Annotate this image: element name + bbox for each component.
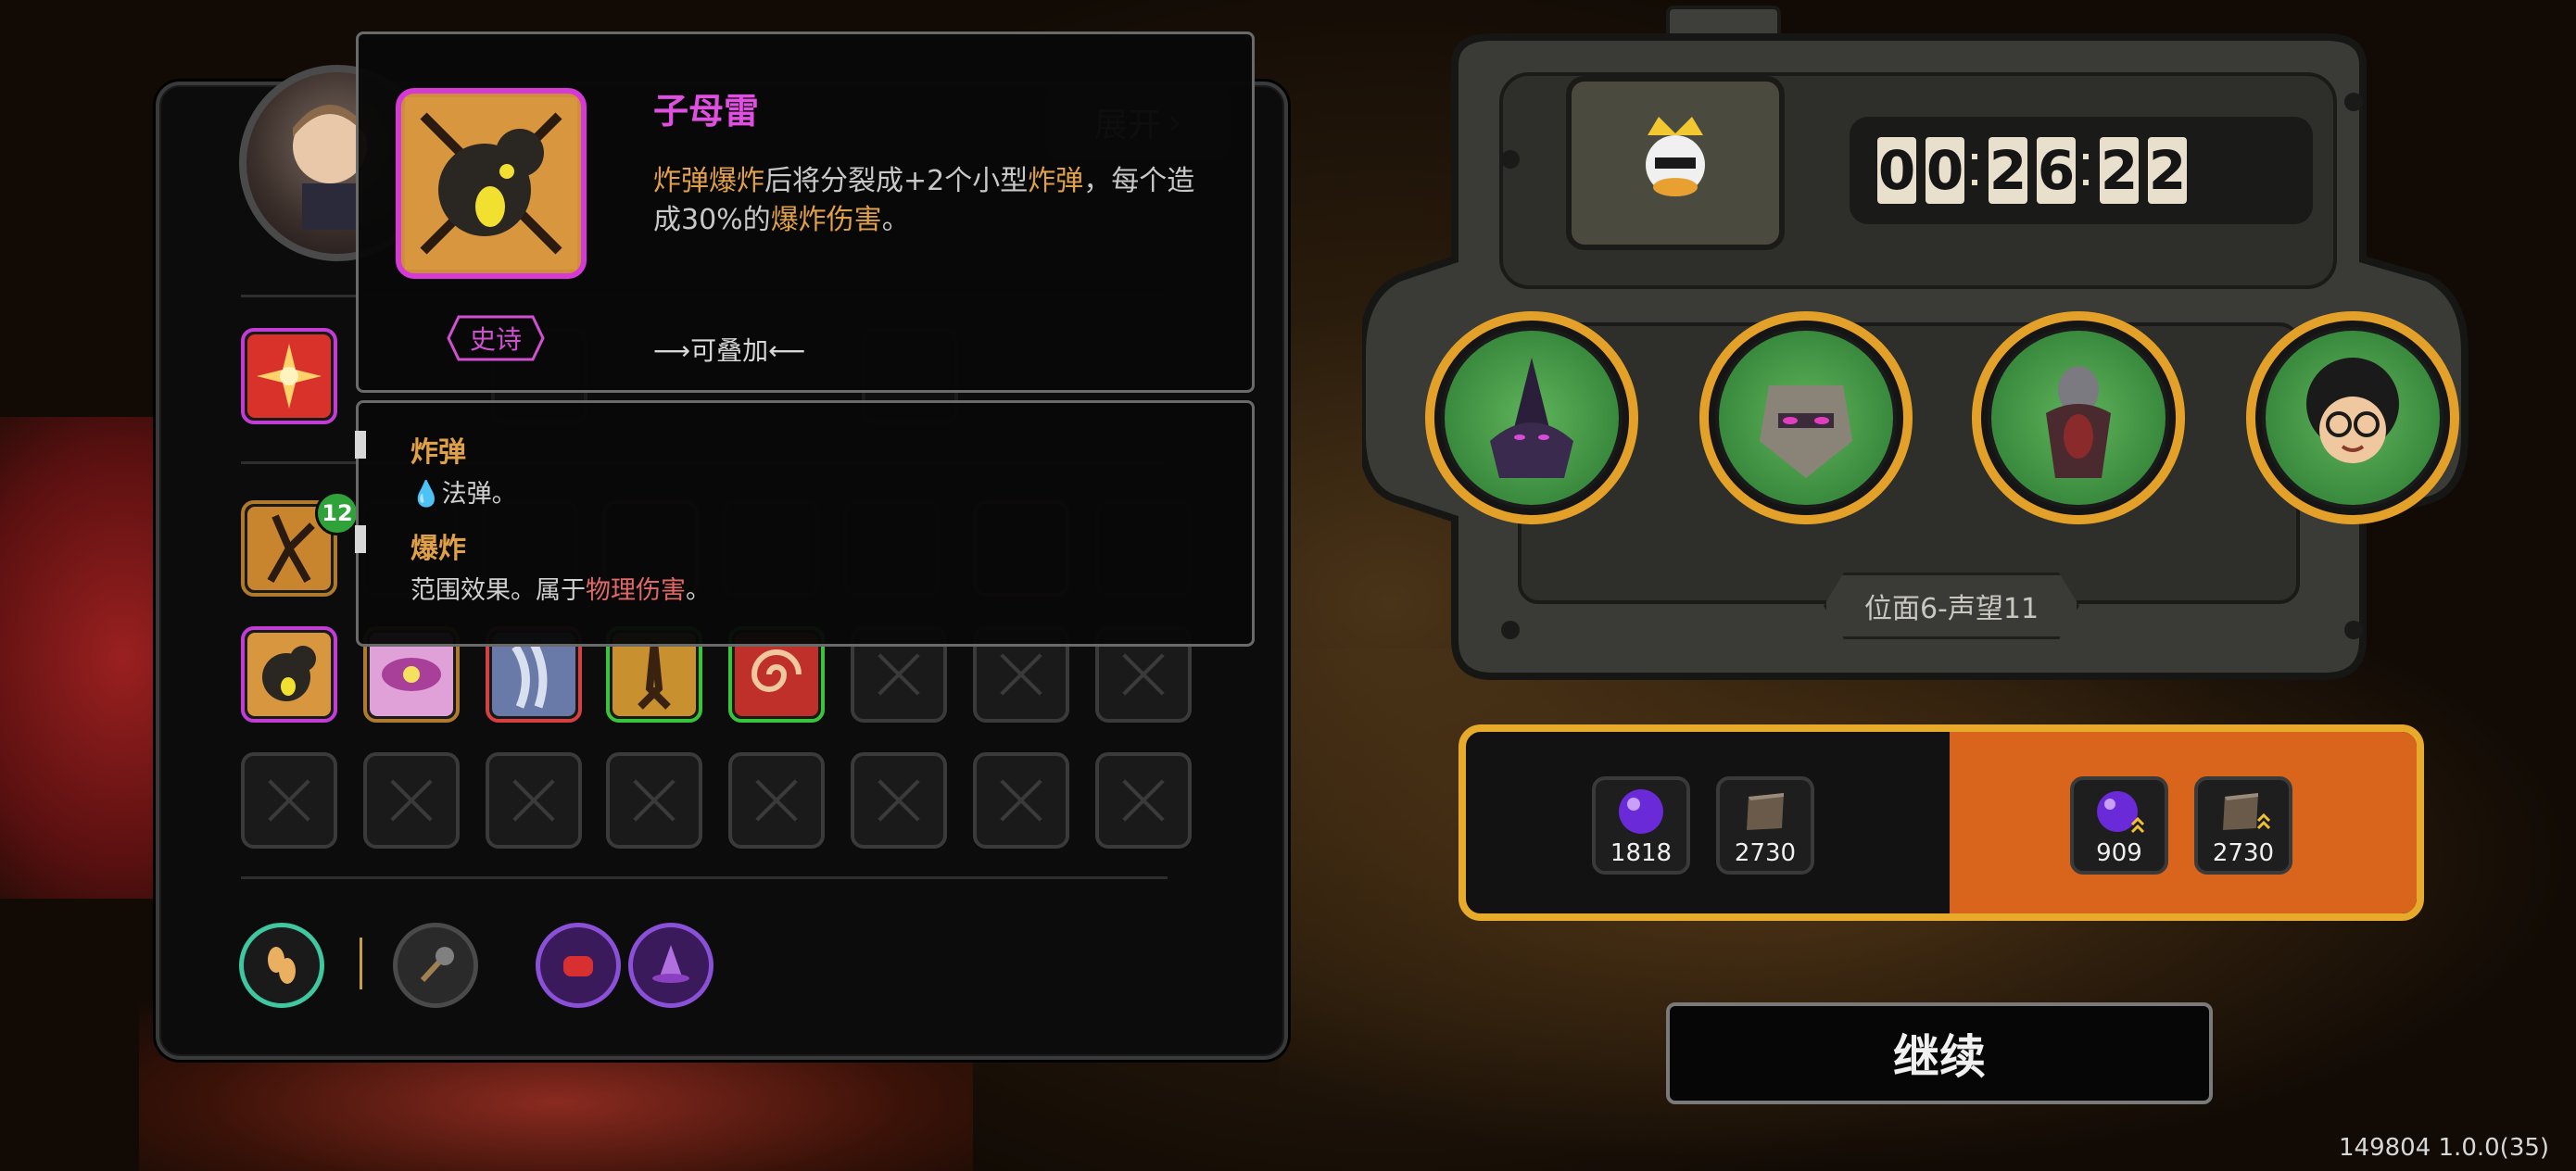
bonus-reward-area <box>1950 732 2417 913</box>
reward-value: 1818 <box>1610 839 1673 867</box>
empty-slot[interactable] <box>728 752 825 849</box>
item-title: 子母雷 <box>653 91 760 132</box>
timer-digit: 2 <box>2100 137 2139 204</box>
purple-orb-upgrade-icon <box>2097 791 2145 834</box>
rarity-label: 史诗 <box>469 324 522 355</box>
hero-slot[interactable] <box>2246 311 2459 524</box>
keyword-bomb-explode: 炸弹爆炸 <box>653 165 764 197</box>
mace-button[interactable] <box>393 923 478 1008</box>
keyword-bomb: 炸弹 <box>1028 165 1084 197</box>
timer-colon <box>2083 180 2089 185</box>
fist-icon <box>563 956 593 976</box>
explode-desc-text: 范围效果。属于 <box>410 576 586 605</box>
reward-card[interactable]: 2730 <box>1716 776 1814 875</box>
hero-slot[interactable] <box>1699 311 1913 524</box>
item-tooltip: 子母雷 炸弹爆炸后将分裂成+2个小型炸弹，每个造成30%的爆炸伤害。 史诗 ⟶可… <box>356 31 1255 393</box>
reward-card[interactable]: 909 <box>2070 776 2168 875</box>
timer-digit: 2 <box>1989 137 2027 204</box>
rarity-tag: 史诗 <box>446 314 546 362</box>
explode-desc-end: 。 <box>686 576 711 605</box>
keyword-explosion-damage: 爆炸伤害 <box>770 204 882 236</box>
timer-digit: 0 <box>1877 137 1916 204</box>
timer-digit: 0 <box>1926 137 1964 204</box>
desc-text: 。 <box>881 204 910 236</box>
timer-colon <box>1972 154 1977 159</box>
reward-card[interactable]: 1818 <box>1592 776 1690 875</box>
divider <box>241 876 1168 879</box>
active-skill-slot[interactable] <box>241 328 337 424</box>
timer-display: 0 0 2 6 2 2 <box>1850 117 2313 224</box>
empty-slot[interactable] <box>851 752 947 849</box>
reward-value: 2730 <box>1734 839 1797 867</box>
mech-warrior-icon <box>1760 385 1852 478</box>
keyword-explode-desc: 范围效果。属于物理伤害。 <box>410 570 711 606</box>
stackable-note: ⟶可叠加⟵ <box>653 335 806 366</box>
boss-portrait-frame[interactable] <box>1566 76 1785 250</box>
purple-orb-icon <box>1619 789 1663 834</box>
tab-marker <box>355 431 366 459</box>
timer-digit: 6 <box>2037 137 2076 204</box>
droplet-icon: 💧 <box>410 480 442 509</box>
cluster-bomb-large-icon <box>396 88 587 279</box>
timer-colon <box>2083 154 2089 159</box>
wizard-hat-icon <box>652 945 689 983</box>
hero-slot[interactable] <box>1425 311 1638 524</box>
book-upgrade-icon <box>2223 793 2271 830</box>
fist-button[interactable] <box>536 923 621 1008</box>
book-icon <box>1747 793 1784 830</box>
stage-label: 位面6-声望11 <box>1824 573 2079 639</box>
desc-text: 后将分裂成+2个小型 <box>764 165 1029 197</box>
footprint-icon <box>268 947 296 984</box>
keyword-tooltip: 炸弹 💧法弹。 爆炸 范围效果。属于物理伤害。 <box>355 400 1255 647</box>
empty-slot[interactable] <box>241 752 337 849</box>
item-description: 炸弹爆炸后将分裂成+2个小型炸弹，每个造成30%的爆炸伤害。 <box>653 162 1209 240</box>
mace-icon <box>420 947 454 983</box>
empty-slot[interactable] <box>486 752 582 849</box>
reward-card[interactable]: 2730 <box>2194 776 2292 875</box>
afro-glasses-icon <box>2306 358 2399 463</box>
timer-colon <box>1972 180 1977 185</box>
empty-slot[interactable] <box>1095 752 1192 849</box>
bomb-desc-text: 法弹。 <box>441 480 517 509</box>
level-badge: 12 <box>315 491 360 535</box>
timer-digit: 2 <box>2148 137 2187 204</box>
cluster-bomb-slot[interactable] <box>241 626 337 723</box>
crowned-duck-icon <box>1646 117 1705 196</box>
continue-button[interactable]: 继续 <box>1666 1002 2213 1104</box>
keyword-physical-damage: 物理伤害 <box>586 576 686 605</box>
keyword-bomb-title: 炸弹 <box>410 436 466 469</box>
wizard-hat-button[interactable] <box>628 923 713 1008</box>
cluster-bomb-icon <box>247 633 331 716</box>
version-label: 149804 1.0.0(35) <box>2339 1134 2550 1162</box>
empty-slot[interactable] <box>973 752 1069 849</box>
keyword-bomb-desc: 💧法弹。 <box>410 473 517 510</box>
shadow-knight-icon <box>1490 358 1573 478</box>
empty-slot[interactable] <box>363 752 460 849</box>
reward-panel: 1818 2730 909 2730 <box>1458 724 2424 921</box>
tab-marker <box>355 525 366 553</box>
keyword-explode-title: 爆炸 <box>410 533 466 565</box>
explosion-skill-icon <box>247 334 331 418</box>
separator <box>360 938 362 989</box>
hero-slot[interactable] <box>1972 311 2185 524</box>
hooded-assassin-icon <box>2046 366 2111 478</box>
reward-value: 2730 <box>2212 839 2275 867</box>
footprint-button[interactable] <box>239 923 324 1008</box>
empty-slot[interactable] <box>606 752 702 849</box>
reward-value: 909 <box>2096 839 2142 867</box>
